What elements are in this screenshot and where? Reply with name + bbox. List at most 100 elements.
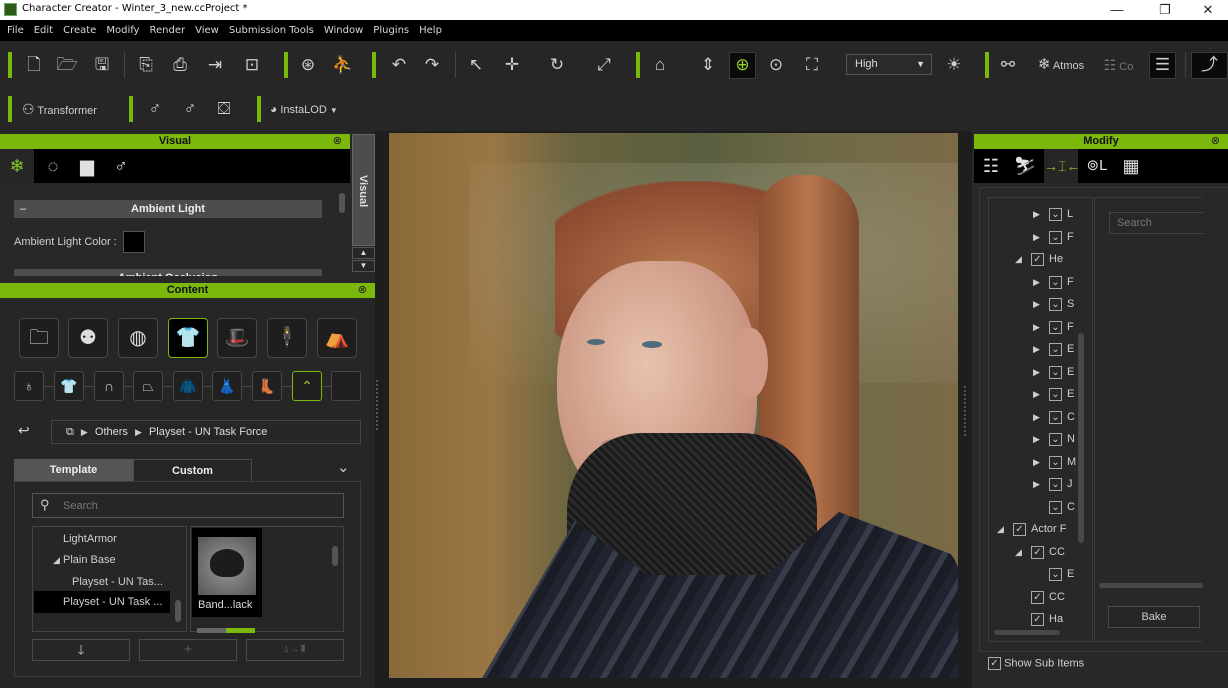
morph-tree-item[interactable]: ▶ ⌄ E xyxy=(1033,365,1074,379)
expand-arrow-icon[interactable]: ◢ xyxy=(1015,254,1031,265)
morph-tree-scrollbar[interactable] xyxy=(1078,333,1084,543)
close-panel-icon[interactable]: ⊗ xyxy=(1211,134,1220,149)
underwear-icon[interactable]: ♁ xyxy=(14,371,44,401)
motion-icon[interactable]: 🕴 xyxy=(267,318,307,358)
close-button[interactable]: ✕ xyxy=(1193,1,1223,19)
menu-help[interactable]: Help xyxy=(414,20,447,41)
morph-tree-item[interactable]: ◢ ✓ He xyxy=(1015,253,1063,266)
morph-tree-item[interactable]: ▶ ⌄ M xyxy=(1033,455,1076,469)
co-button[interactable]: ☷ Co xyxy=(1096,53,1141,77)
transfer-button[interactable]: ⍋→▮ xyxy=(246,639,344,661)
folder-icon[interactable]: 🗀 xyxy=(19,318,59,358)
move-icon[interactable]: ✛ xyxy=(500,53,524,77)
checkbox-checked-icon[interactable]: ✓ xyxy=(1013,523,1026,536)
breadcrumb-playset[interactable]: Playset - UN Task Force xyxy=(149,426,267,438)
morph-tree-item[interactable]: ▶ ⌄ F xyxy=(1033,275,1074,289)
texture-tab-icon[interactable]: ▦ xyxy=(1114,149,1148,183)
menu-modify[interactable]: Modify xyxy=(101,20,144,41)
pants-icon[interactable]: ∩ xyxy=(94,371,124,401)
checkbox-checked-icon[interactable]: ✓ xyxy=(1031,545,1044,559)
checkbox-partial-icon[interactable]: ⌄ xyxy=(1049,298,1062,311)
checkbox-partial-icon[interactable]: ⌄ xyxy=(1049,568,1062,581)
morph-list-hscrollbar[interactable] xyxy=(1099,583,1203,588)
close-panel-icon[interactable]: ⊗ xyxy=(358,283,367,298)
attach-tab-icon[interactable]: ♂ xyxy=(104,149,138,183)
checkbox-partial-icon[interactable]: ⌄ xyxy=(1049,208,1062,221)
boxes-icon[interactable]: ⛋ xyxy=(212,97,236,121)
clothing-icon[interactable]: 👕 xyxy=(168,318,208,358)
visual-scrollbar[interactable] xyxy=(339,193,345,213)
checkbox-partial-icon[interactable]: ⌄ xyxy=(1049,410,1062,424)
backdrop-tab-icon[interactable]: ▆ xyxy=(70,149,104,183)
morph-search-input[interactable]: Search xyxy=(1109,212,1203,234)
instalod-button[interactable]: ◕ InstaLOD ▼ xyxy=(270,97,360,121)
atmosphere-tab-icon[interactable]: ❄ xyxy=(0,149,34,183)
morph-tree-hscrollbar[interactable] xyxy=(994,630,1060,635)
expand-arrow-icon[interactable]: ▶ xyxy=(1033,367,1049,378)
checkbox-partial-icon[interactable]: ⌄ xyxy=(1049,478,1062,491)
breadcrumb-others[interactable]: Others xyxy=(95,426,128,438)
expand-arrow-icon[interactable]: ▶ xyxy=(1033,344,1049,355)
morph-tree-item[interactable]: ✓ Ha xyxy=(1015,613,1063,626)
checkbox-partial-icon[interactable]: ⌄ xyxy=(1049,320,1062,334)
checkbox-checked-icon[interactable]: ✓ xyxy=(1031,613,1044,626)
shoes-icon[interactable]: 👢 xyxy=(252,371,282,401)
minimize-button[interactable]: — xyxy=(1102,1,1132,19)
materials-icon[interactable]: ◍ xyxy=(118,318,158,358)
preview-icon[interactable]: ⊡ xyxy=(240,53,264,77)
morph-tree-item[interactable]: ◢ ✓ Actor F xyxy=(997,523,1066,536)
new-file-icon[interactable]: 🗋 xyxy=(22,53,46,77)
morph-tree-item[interactable]: ▶ ⌄ N xyxy=(1033,433,1075,446)
content-search-input[interactable]: ⚲ Search xyxy=(32,493,344,518)
checkbox-checked-icon[interactable]: ✓ xyxy=(1031,590,1044,604)
pan-camera-icon[interactable]: ⊕ xyxy=(729,52,756,79)
open-folder-icon[interactable]: 🗁 xyxy=(55,53,79,77)
apply-down-button[interactable]: 🡓 xyxy=(32,639,130,661)
material-tab-icon[interactable]: ⊚L xyxy=(1080,149,1114,183)
options-chevron-icon[interactable]: ⌄ xyxy=(337,458,350,476)
rotate-icon[interactable]: ↻ xyxy=(545,53,569,77)
shirt-icon[interactable]: 👕 xyxy=(54,371,84,401)
tab-custom[interactable]: Custom xyxy=(133,459,252,482)
transformer-button[interactable]: ⚇ Transformer xyxy=(22,97,112,121)
save-icon[interactable]: 🖫 xyxy=(90,53,114,77)
thumbnail-item[interactable]: Band...lack xyxy=(192,528,262,617)
close-panel-icon[interactable]: ⊗ xyxy=(333,134,342,149)
morph-tab-icon[interactable]: →⌶← xyxy=(1044,149,1080,183)
expand-arrow-icon[interactable]: ▶ xyxy=(1033,389,1049,400)
clothing-breadcrumb-icon[interactable]: ⧉ xyxy=(66,426,74,438)
checkbox-partial-icon[interactable]: ⌄ xyxy=(1049,365,1062,379)
select-icon[interactable]: ↖ xyxy=(464,53,488,77)
frame-selected-icon[interactable]: ⛶ xyxy=(800,53,824,77)
expand-arrow-icon[interactable]: ▶ xyxy=(1033,209,1049,220)
characters-icon[interactable]: ⚉ xyxy=(68,318,108,358)
skirt-icon[interactable]: ⏢ xyxy=(133,371,163,401)
scroll-down-icon[interactable]: ▼ xyxy=(352,260,375,272)
undo-icon[interactable]: ↶ xyxy=(387,53,411,77)
orbit-camera-icon[interactable]: ⊙ xyxy=(764,53,788,77)
expand-arrow-icon[interactable]: ▶ xyxy=(1033,479,1049,490)
morph-tree-item[interactable]: ▶ ⌄ E xyxy=(1033,388,1074,401)
expand-arrow-icon[interactable]: ◢ xyxy=(997,524,1013,535)
lighting-tab-icon[interactable]: ◌ xyxy=(36,149,70,183)
expand-arrow-icon[interactable]: ▶ xyxy=(1033,412,1049,423)
ambient-light-color-swatch[interactable] xyxy=(123,231,145,253)
morph-tree-item[interactable]: ▶ ⌄ F xyxy=(1033,320,1074,334)
morph-tree-item[interactable]: ▶ ⌄ J xyxy=(1033,478,1073,491)
send-to-iclone-icon[interactable]: ⊛ xyxy=(296,53,320,77)
tree-item[interactable]: LightArmor xyxy=(63,533,117,545)
left-splitter[interactable] xyxy=(376,380,378,430)
tree-item-selected[interactable]: Playset - UN Task ... xyxy=(34,591,170,613)
menu-submission-tools[interactable]: Submission Tools xyxy=(224,20,319,41)
ambient-occlusion-section[interactable]: Ambient Occlusion xyxy=(14,269,322,276)
checkbox-checked-icon[interactable]: ✓ xyxy=(1031,253,1044,266)
empty-category[interactable] xyxy=(331,371,361,401)
expand-arrow-icon[interactable]: ▶ xyxy=(1033,457,1049,468)
morph-tree-item[interactable]: ▶ ⌄ S xyxy=(1033,298,1074,311)
stage-icon[interactable]: ⛺ xyxy=(317,318,357,358)
morph-tree-item[interactable]: ✓ CC xyxy=(1015,590,1065,604)
expand-arrow-icon[interactable]: ▶ xyxy=(1033,277,1049,288)
morph-tree-item[interactable]: ⌄ C xyxy=(1033,500,1075,514)
viewport-splitter[interactable] xyxy=(964,386,966,436)
expand-arrow-icon[interactable]: ▶ xyxy=(1033,232,1049,243)
